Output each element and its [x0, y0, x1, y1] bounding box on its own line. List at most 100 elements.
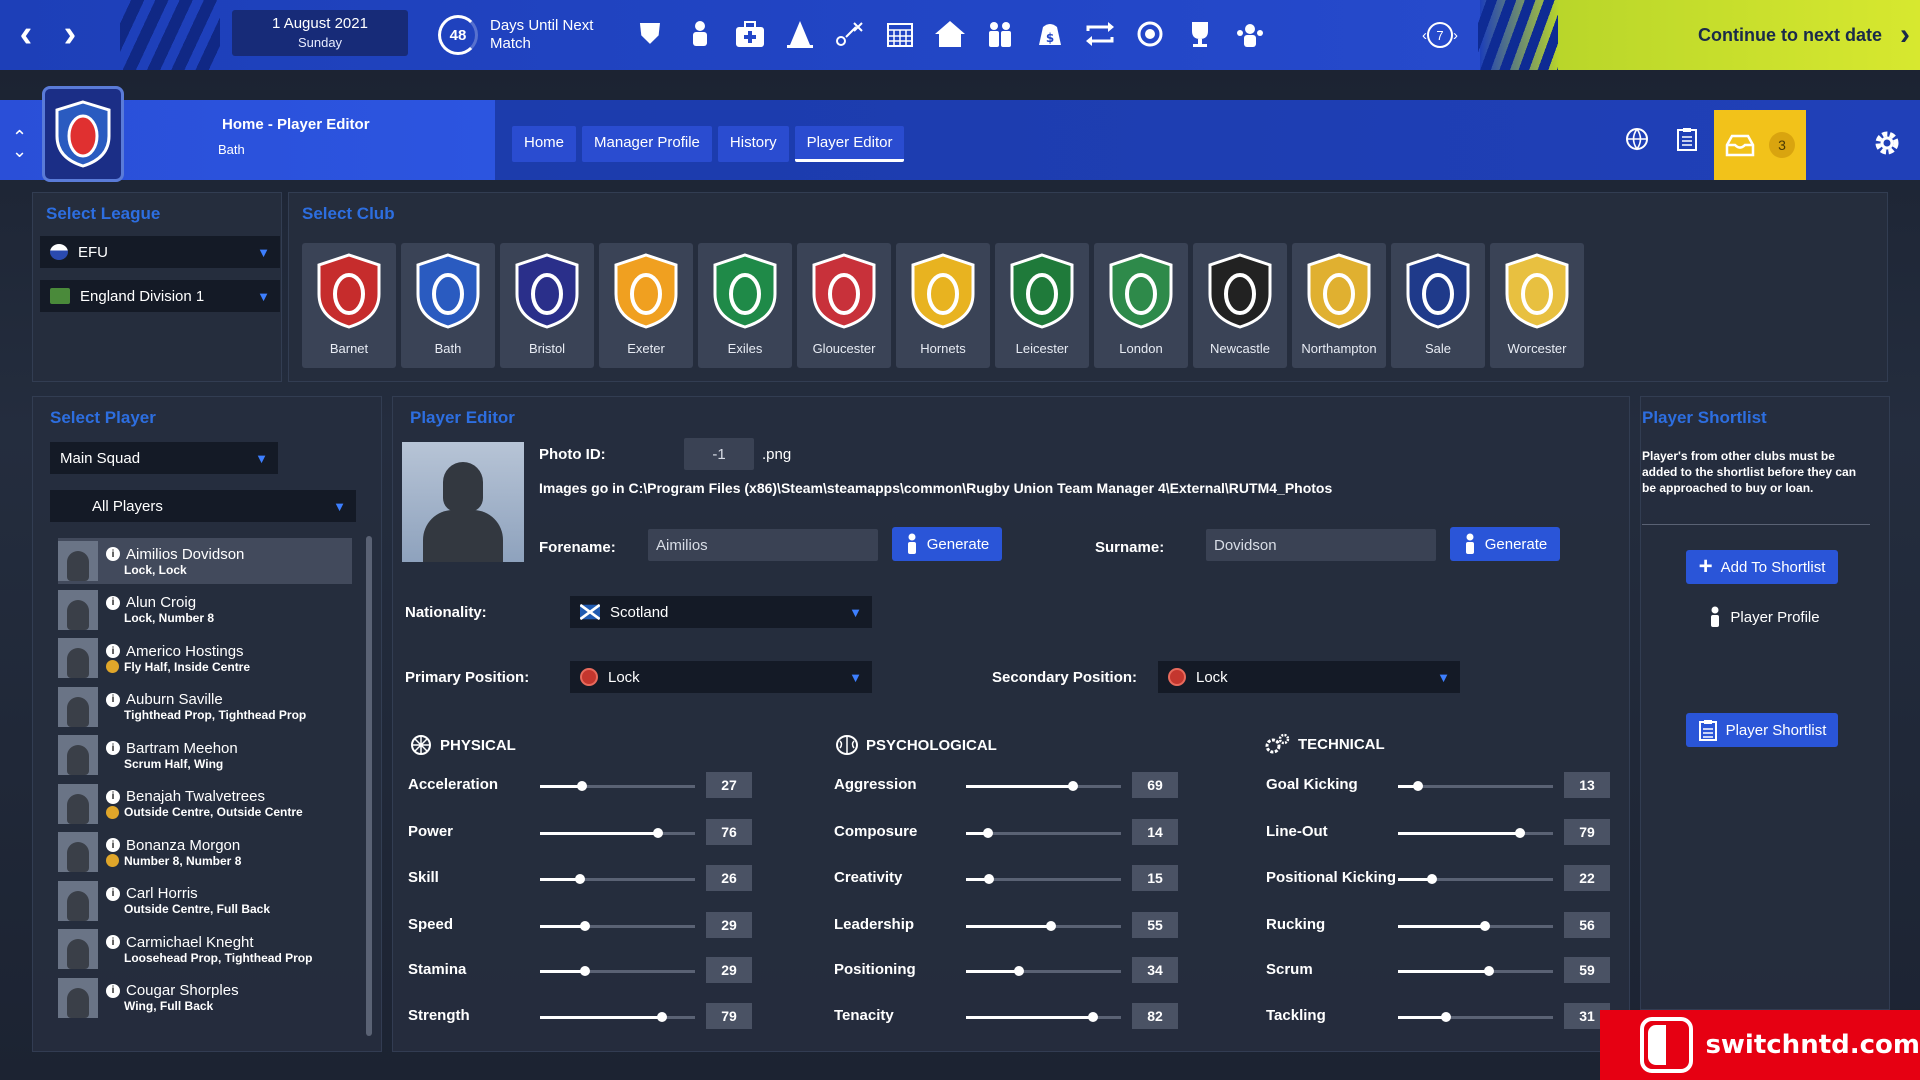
player-list-scrollbar[interactable] — [366, 536, 372, 1036]
club-tile-barnet[interactable]: Barnet — [302, 243, 396, 368]
up-down-arrows-icon[interactable]: ⌃ ⌄ — [12, 128, 27, 160]
attribute-slider[interactable] — [966, 921, 1121, 931]
attribute-value[interactable]: 76 — [706, 819, 752, 845]
globe-icon[interactable] — [1624, 126, 1650, 159]
club-tile-london[interactable]: London — [1094, 243, 1188, 368]
attribute-value[interactable]: 79 — [1564, 819, 1610, 845]
attribute-value[interactable]: 82 — [1132, 1003, 1178, 1029]
tab-manager-profile[interactable]: Manager Profile — [582, 126, 712, 162]
attribute-value[interactable]: 14 — [1132, 819, 1178, 845]
attribute-value[interactable]: 26 — [706, 865, 752, 891]
slider-handle[interactable] — [575, 874, 586, 884]
attribute-slider[interactable] — [1398, 966, 1553, 976]
slider-handle[interactable] — [1413, 781, 1424, 791]
squad-icon[interactable] — [980, 14, 1020, 54]
info-icon[interactable]: i — [106, 547, 120, 561]
attribute-slider[interactable] — [1398, 921, 1553, 931]
slider-handle[interactable] — [579, 966, 590, 976]
attribute-slider[interactable] — [1398, 828, 1553, 838]
slider-handle[interactable] — [982, 828, 993, 838]
finance-icon[interactable]: $ — [1030, 14, 1070, 54]
gear-icon[interactable] — [1870, 126, 1904, 168]
attribute-value[interactable]: 29 — [706, 957, 752, 983]
attribute-value[interactable]: 79 — [706, 1003, 752, 1029]
attribute-slider[interactable] — [966, 781, 1121, 791]
attribute-slider[interactable] — [1398, 874, 1553, 884]
attribute-value[interactable]: 56 — [1564, 912, 1610, 938]
forward-arrow-icon[interactable]: › — [50, 12, 90, 56]
tab-player-editor[interactable]: Player Editor — [794, 126, 905, 162]
attribute-value[interactable]: 22 — [1564, 865, 1610, 891]
attribute-value[interactable]: 69 — [1132, 772, 1178, 798]
secondary-position-select[interactable]: Lock ▼ — [1158, 661, 1460, 693]
info-icon[interactable]: i — [106, 741, 120, 755]
info-icon[interactable]: i — [106, 935, 120, 949]
list-item[interactable]: i Aimilios Dovidson Lock, Lock — [58, 538, 352, 584]
generate-forename-button[interactable]: Generate — [892, 527, 1002, 561]
squad-select[interactable]: Main Squad ▼ — [50, 442, 278, 474]
tab-home[interactable]: Home — [512, 126, 577, 162]
player-profile-button[interactable]: Player Profile — [1694, 600, 1834, 634]
slider-handle[interactable] — [1484, 966, 1495, 976]
list-item[interactable]: i Americo Hostings Fly Half, Inside Centre — [58, 635, 352, 681]
training-cone-icon[interactable] — [780, 14, 820, 54]
attribute-slider[interactable] — [966, 874, 1121, 884]
attribute-slider[interactable] — [1398, 781, 1553, 791]
slider-handle[interactable] — [1067, 781, 1078, 791]
attribute-slider[interactable] — [540, 781, 695, 791]
info-icon[interactable]: i — [106, 886, 120, 901]
calendar-icon[interactable] — [880, 14, 920, 54]
attribute-slider[interactable] — [1398, 1012, 1553, 1022]
generate-surname-button[interactable]: Generate — [1450, 527, 1560, 561]
club-crest[interactable] — [42, 86, 124, 182]
slider-handle[interactable] — [1088, 1012, 1099, 1022]
add-to-shortlist-button[interactable]: + Add To Shortlist — [1686, 550, 1838, 584]
slider-handle[interactable] — [1515, 828, 1526, 838]
attribute-slider[interactable] — [966, 828, 1121, 838]
kit-icon[interactable] — [680, 14, 720, 54]
info-icon[interactable]: i — [106, 692, 120, 707]
club-tile-worcester[interactable]: Worcester — [1490, 243, 1584, 368]
club-tile-exiles[interactable]: Exiles — [698, 243, 792, 368]
slider-handle[interactable] — [579, 921, 590, 931]
slider-handle[interactable] — [1013, 966, 1024, 976]
list-item[interactable]: i Bonanza Morgon Number 8, Number 8 — [58, 829, 352, 875]
club-tile-gloucester[interactable]: Gloucester — [797, 243, 891, 368]
trophy-icon[interactable] — [1180, 14, 1220, 54]
scouting-icon[interactable] — [1130, 14, 1170, 54]
player-filter-select[interactable]: All Players ▼ — [50, 490, 356, 522]
attribute-slider[interactable] — [540, 1012, 695, 1022]
inbox-button[interactable]: 3 — [1714, 110, 1806, 180]
attribute-slider[interactable] — [540, 828, 695, 838]
attribute-slider[interactable] — [540, 921, 695, 931]
attribute-slider[interactable] — [966, 966, 1121, 976]
attribute-value[interactable]: 59 — [1564, 957, 1610, 983]
club-tile-hornets[interactable]: Hornets — [896, 243, 990, 368]
club-tile-leicester[interactable]: Leicester — [995, 243, 1089, 368]
attribute-value[interactable]: 29 — [706, 912, 752, 938]
attribute-value[interactable]: 15 — [1132, 865, 1178, 891]
club-tile-northampton[interactable]: Northampton — [1292, 243, 1386, 368]
attribute-slider[interactable] — [540, 874, 695, 884]
surname-input[interactable]: Dovidson — [1206, 529, 1436, 561]
attribute-value[interactable]: 34 — [1132, 957, 1178, 983]
tactics-icon[interactable] — [830, 14, 870, 54]
transfer-icon[interactable] — [1080, 14, 1120, 54]
list-item[interactable]: i Benajah Twalvetrees Outside Centre, Outs… — [58, 781, 352, 827]
division-select[interactable]: England Division 1 ▼ — [40, 280, 280, 312]
shield-icon[interactable]: ⛊ — [630, 14, 670, 54]
info-icon[interactable]: i — [106, 838, 120, 852]
continue-button[interactable]: Continue to next date › — [1620, 16, 1910, 54]
info-icon[interactable]: i — [106, 595, 120, 610]
info-icon[interactable]: i — [106, 644, 120, 658]
player-shortlist-button[interactable]: Player Shortlist — [1686, 713, 1838, 747]
slider-handle[interactable] — [1427, 874, 1438, 884]
club-tile-exeter[interactable]: Exeter — [599, 243, 693, 368]
federation-select[interactable]: EFU ▼ — [40, 236, 280, 268]
back-arrow-icon[interactable]: ‹ — [6, 12, 46, 56]
list-item[interactable]: i Alun Croig Lock, Number 8 — [58, 587, 352, 633]
list-item[interactable]: i Bartram Meehon Scrum Half, Wing — [58, 732, 352, 778]
clipboard-icon[interactable] — [1674, 126, 1700, 159]
club-tile-newcastle[interactable]: Newcastle — [1193, 243, 1287, 368]
home-icon[interactable] — [930, 14, 970, 54]
